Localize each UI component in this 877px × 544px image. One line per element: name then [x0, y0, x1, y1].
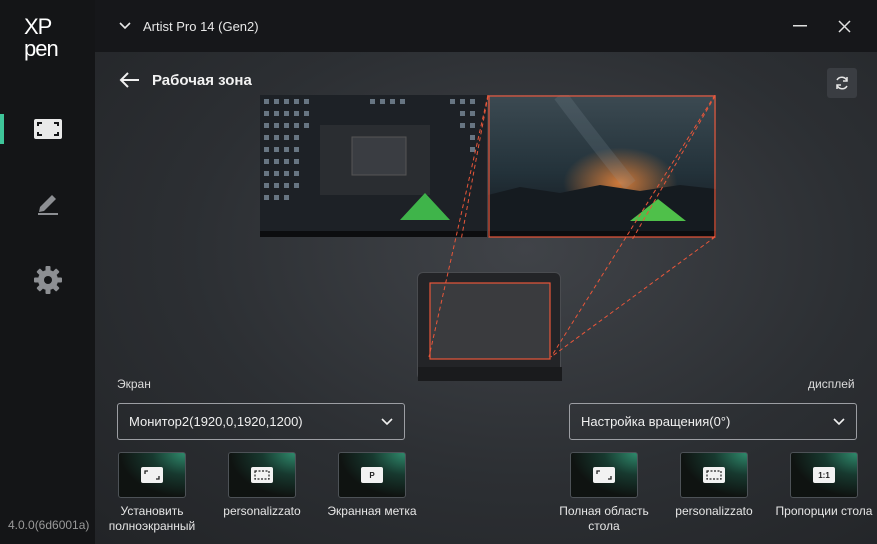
chevron-down-icon — [119, 22, 131, 30]
custom-screen-area-label: personalizzato — [223, 504, 301, 518]
device-name: Artist Pro 14 (Gen2) — [143, 18, 259, 34]
sidebar-item-settings[interactable] — [0, 256, 95, 304]
ratio-icon: 1:1 — [813, 467, 835, 483]
chevron-down-icon — [381, 418, 393, 426]
custom-area-icon — [251, 467, 273, 483]
svg-text:pen: pen — [24, 36, 58, 61]
monitor-select[interactable]: Монитор2(1920,0,1920,1200) — [117, 403, 405, 440]
title-bar: Artist Pro 14 (Gen2) — [95, 0, 877, 52]
set-fullscreen-button[interactable] — [118, 452, 186, 498]
page-title: Рабочая зона — [152, 72, 252, 89]
screen-mark-label: Экранная метка — [327, 504, 417, 518]
custom-area-icon — [703, 467, 725, 483]
tablet-ratio-button[interactable]: 1:1 — [790, 452, 858, 498]
tablet-ratio-label: Пропорции стола — [775, 504, 873, 518]
custom-screen-area-button[interactable] — [228, 452, 296, 498]
minimize-icon — [793, 25, 807, 27]
full-area-icon — [593, 467, 615, 483]
pen-icon — [37, 195, 58, 215]
close-button[interactable] — [828, 10, 860, 42]
screen-mark-button[interactable]: P — [338, 452, 406, 498]
full-tablet-area-label: Полная область стола — [559, 504, 649, 533]
full-tablet-area-button[interactable] — [570, 452, 638, 498]
sidebar: XP pen 4.0.0(6d6001a) — [0, 0, 95, 544]
device-selector[interactable]: Artist Pro 14 (Gen2) — [119, 0, 259, 52]
screen-mark-icon: P — [361, 467, 383, 483]
refresh-icon — [836, 76, 848, 90]
version-label: 4.0.0(6d6001a) — [8, 518, 90, 532]
display-label: дисплей — [808, 377, 855, 391]
rotation-select[interactable]: Настройка вращения(0°) — [569, 403, 857, 440]
close-icon — [837, 19, 851, 33]
gear-icon — [33, 266, 62, 294]
back-arrow-icon[interactable] — [119, 70, 141, 90]
fullscreen-frame-icon — [33, 119, 62, 139]
chevron-down-icon — [833, 418, 845, 426]
rotation-select-value: Настройка вращения(0°) — [581, 414, 731, 429]
xppen-logo: XP pen — [24, 14, 59, 61]
minimize-button[interactable] — [784, 10, 816, 42]
tablet-guide-lines — [428, 95, 716, 358]
set-fullscreen-label: Установить полноэкранный — [108, 504, 196, 533]
screen-label: Экран — [117, 377, 151, 391]
sidebar-item-work-area[interactable] — [0, 105, 95, 153]
custom-tablet-area-button[interactable] — [680, 452, 748, 498]
monitor-select-value: Монитор2(1920,0,1920,1200) — [129, 414, 303, 429]
work-area-panel: Рабочая зона Экран Монитор2(1920,0,1920,… — [95, 52, 877, 544]
custom-tablet-area-label: personalizzato — [675, 504, 753, 518]
sidebar-item-pen[interactable] — [0, 178, 95, 226]
refresh-button[interactable] — [827, 68, 857, 98]
fullscreen-icon — [141, 467, 163, 483]
